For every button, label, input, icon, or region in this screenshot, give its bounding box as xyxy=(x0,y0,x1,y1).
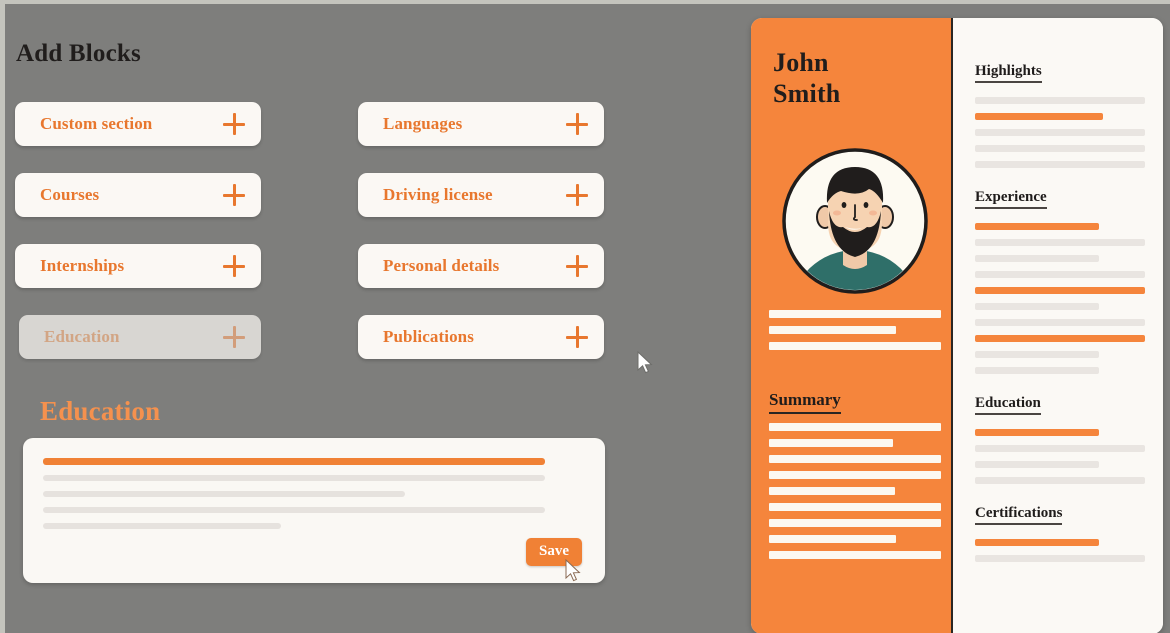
summary-line xyxy=(769,423,941,431)
resume-preview[interactable]: John Smith Summary Highlights Experience… xyxy=(751,18,1163,633)
avatar-icon xyxy=(782,148,928,294)
block-button-internships[interactable]: Internships xyxy=(15,244,261,288)
resume-accent-line xyxy=(975,287,1145,294)
resume-accent-line xyxy=(975,335,1145,342)
summary-line xyxy=(769,551,941,559)
resume-accent-line xyxy=(975,223,1100,230)
plus-icon[interactable] xyxy=(566,326,588,348)
plus-icon[interactable] xyxy=(566,184,588,206)
resume-placeholder-line xyxy=(975,445,1145,452)
resume-placeholder-line xyxy=(975,129,1145,136)
block-button-driving-license[interactable]: Driving license xyxy=(358,173,604,217)
block-button-custom-section[interactable]: Custom section xyxy=(15,102,261,146)
resume-placeholder-line xyxy=(975,555,1145,562)
summary-line xyxy=(769,471,941,479)
mouse-cursor xyxy=(637,351,653,374)
resume-section-heading: Education xyxy=(975,395,1041,415)
save-button[interactable]: Save xyxy=(526,538,582,566)
block-list-right: Languages Driving license Personal details… xyxy=(358,102,604,386)
block-button-personal-details[interactable]: Personal details xyxy=(358,244,604,288)
summary-line xyxy=(769,487,895,495)
form-placeholder-lines xyxy=(43,458,583,539)
form-placeholder-line xyxy=(43,507,546,513)
block-button-education[interactable]: Education xyxy=(19,315,261,359)
summary-line xyxy=(769,503,941,511)
plus-icon[interactable] xyxy=(223,113,245,135)
resume-placeholder-line xyxy=(975,271,1145,278)
resume-placeholder-line xyxy=(975,255,1100,262)
form-placeholder-line xyxy=(43,475,546,481)
resume-section-certifications: Certifications xyxy=(975,504,1145,562)
education-form-card[interactable]: Save xyxy=(23,438,605,583)
form-placeholder-line xyxy=(43,523,281,529)
form-placeholder-line xyxy=(43,491,405,497)
contact-line xyxy=(769,326,897,334)
summary-line xyxy=(769,519,941,527)
resume-placeholder-line xyxy=(975,161,1145,168)
editor-panel: Add Blocks Custom section Courses Internsh… xyxy=(5,4,745,633)
resume-accent-line xyxy=(975,429,1100,436)
block-list-left: Custom section Courses Internships Educatio… xyxy=(15,102,261,386)
resume-section-heading: Certifications xyxy=(975,505,1063,525)
page-title: Add Blocks xyxy=(16,40,141,67)
resume-sidebar: John Smith Summary xyxy=(751,18,953,633)
plus-icon[interactable] xyxy=(223,255,245,277)
resume-name-first: John xyxy=(773,48,829,77)
block-button-label: Custom section xyxy=(40,114,153,133)
block-button-label: Languages xyxy=(383,114,463,133)
resume-placeholder-line xyxy=(975,145,1145,152)
summary-line xyxy=(769,439,893,447)
plus-icon[interactable] xyxy=(566,255,588,277)
form-accent-line xyxy=(43,458,546,465)
block-button-label: Publications xyxy=(383,327,474,346)
resume-section-heading: Experience xyxy=(975,189,1047,209)
resume-name: John Smith xyxy=(773,48,883,109)
summary-line xyxy=(769,535,897,543)
resume-placeholder-line xyxy=(975,477,1145,484)
block-button-courses[interactable]: Courses xyxy=(15,173,261,217)
resume-accent-line xyxy=(975,539,1100,546)
contact-line xyxy=(769,310,941,318)
plus-icon[interactable] xyxy=(223,184,245,206)
resume-section-experience: Experience xyxy=(975,188,1145,374)
resume-placeholder-line xyxy=(975,461,1100,468)
summary-line xyxy=(769,455,941,463)
plus-icon[interactable] xyxy=(566,113,588,135)
resume-placeholder-line xyxy=(975,239,1145,246)
resume-accent-line xyxy=(975,113,1103,120)
contact-placeholder-lines xyxy=(769,310,941,358)
resume-placeholder-line xyxy=(975,97,1145,104)
resume-placeholder-line xyxy=(975,319,1145,326)
block-button-publications[interactable]: Publications xyxy=(358,315,604,359)
block-button-label: Driving license xyxy=(383,185,493,204)
app-window: Add Blocks Custom section Courses Internsh… xyxy=(0,0,1170,633)
contact-line xyxy=(769,342,941,350)
resume-main: Highlights Experience Education Certificati… xyxy=(953,18,1163,633)
summary-heading: Summary xyxy=(769,390,841,414)
block-button-label: Courses xyxy=(40,185,100,204)
resume-placeholder-line xyxy=(975,351,1100,358)
block-button-label: Internships xyxy=(40,256,125,275)
summary-placeholder-lines xyxy=(769,423,941,567)
resume-placeholder-line xyxy=(975,303,1100,310)
block-button-languages[interactable]: Languages xyxy=(358,102,604,146)
resume-placeholder-line xyxy=(975,367,1100,374)
block-button-label: Education xyxy=(44,327,120,346)
resume-section-education: Education xyxy=(975,394,1145,484)
resume-section-heading: Highlights xyxy=(975,63,1042,83)
resume-section-highlights: Highlights xyxy=(975,62,1145,168)
block-button-label: Personal details xyxy=(383,256,500,275)
plus-icon[interactable] xyxy=(223,326,245,348)
section-title-education: Education xyxy=(40,396,161,426)
resume-name-last: Smith xyxy=(773,78,841,108)
